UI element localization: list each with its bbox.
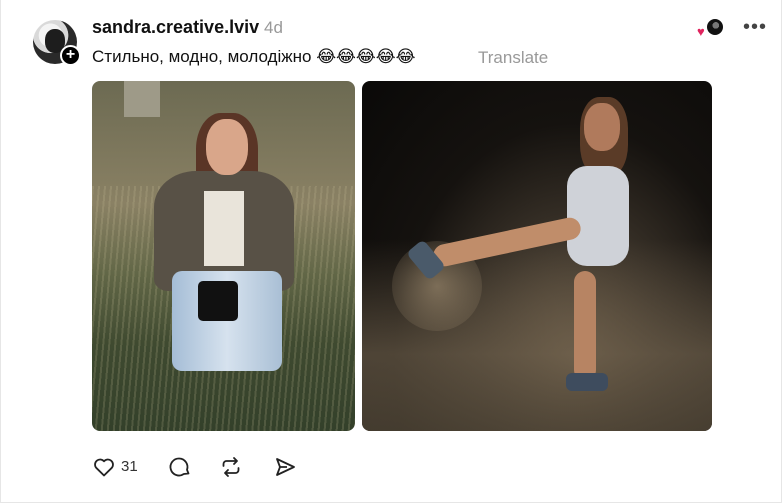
like-count: 31 <box>121 458 138 475</box>
photo-element <box>584 103 620 151</box>
post-image-1[interactable] <box>92 81 355 431</box>
translate-link[interactable]: Translate <box>478 48 548 68</box>
photo-element <box>206 119 248 175</box>
post-caption: Стильно, модно, молодіжно 😂😂😂😂😂 <box>92 47 416 66</box>
more-options-button[interactable]: ••• <box>743 16 767 39</box>
liked-by-indicator[interactable]: ♥ <box>697 18 727 39</box>
comment-button[interactable] <box>168 455 192 479</box>
send-icon <box>276 458 295 476</box>
heart-icon: ♥ <box>697 24 705 39</box>
repost-button[interactable] <box>219 455 243 479</box>
repost-icon <box>222 457 240 477</box>
like-button[interactable] <box>92 455 116 479</box>
photo-element <box>124 81 160 117</box>
post-image-2[interactable] <box>362 81 712 431</box>
follow-button[interactable]: + <box>60 45 81 66</box>
heart-icon <box>94 458 114 477</box>
post-card: + sandra.creative.lviv 4d ♥ ••• Стильно,… <box>0 0 782 503</box>
photo-element <box>198 281 238 321</box>
photo-element <box>204 191 244 266</box>
liker-avatar <box>707 19 723 35</box>
photo-element <box>567 166 629 266</box>
photo-element <box>566 373 608 391</box>
photo-element <box>574 271 596 381</box>
timestamp[interactable]: 4d <box>264 18 283 38</box>
username[interactable]: sandra.creative.lviv <box>92 17 259 38</box>
comment-icon <box>169 457 190 477</box>
share-button[interactable] <box>273 455 297 479</box>
